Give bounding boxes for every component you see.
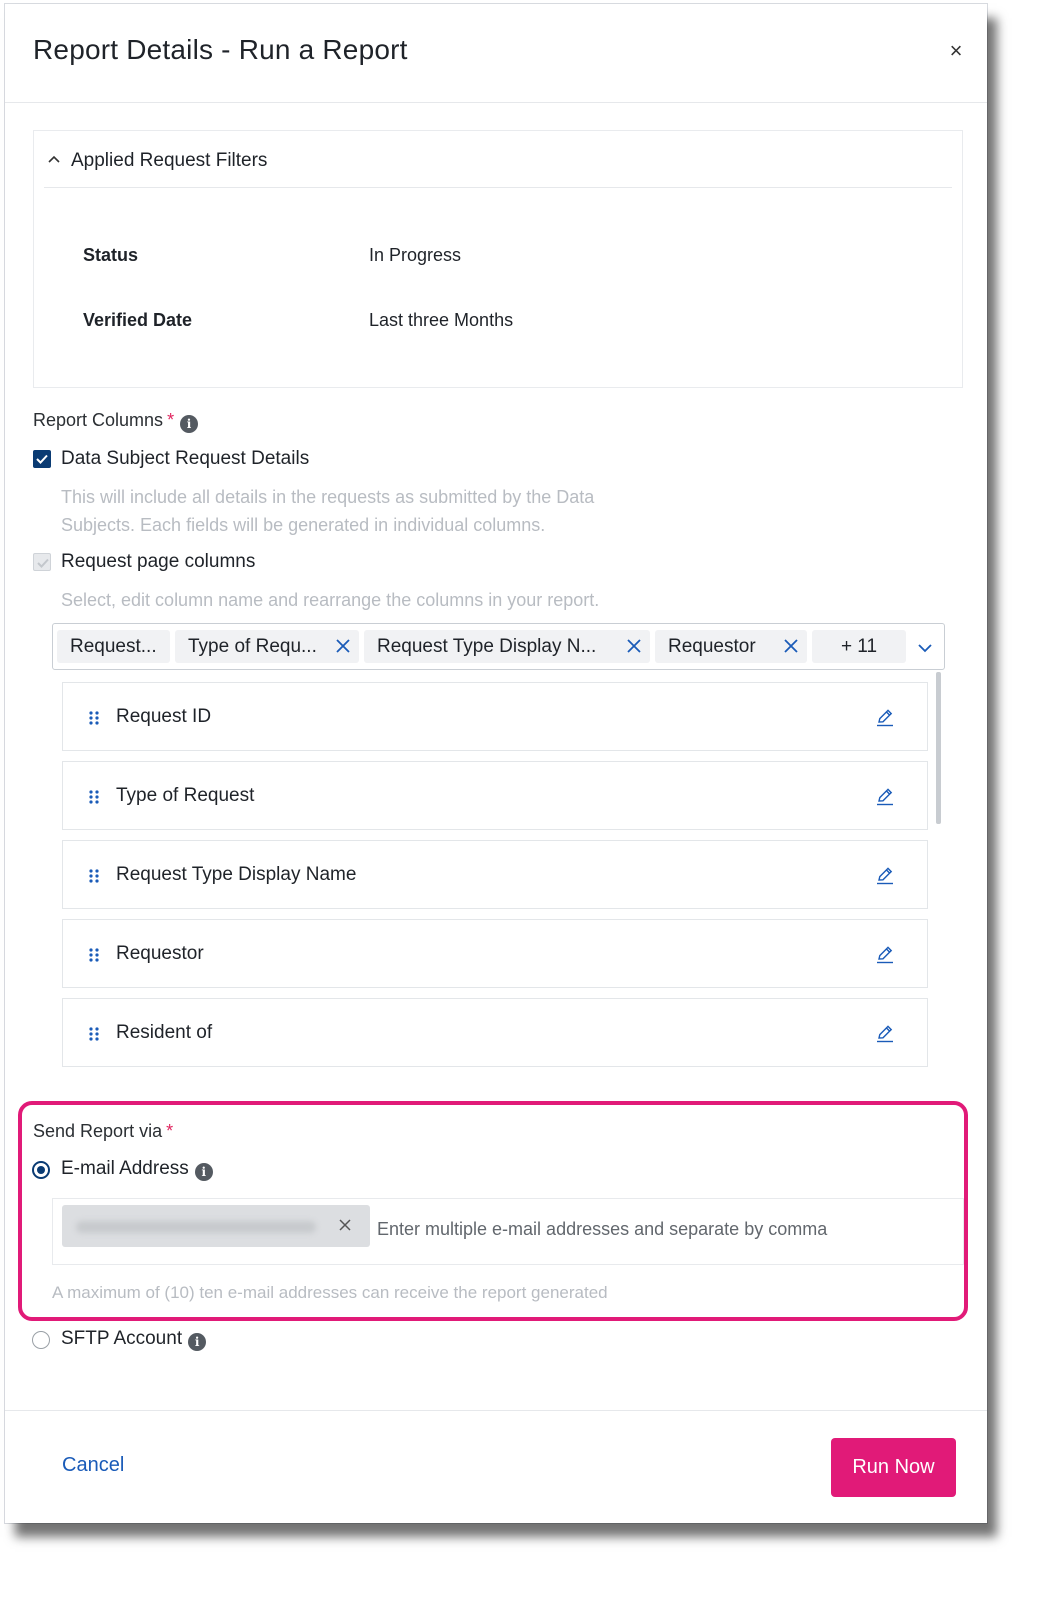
- column-chip[interactable]: Request Type Display N...: [364, 630, 650, 663]
- filter-label-verified-date: Verified Date: [83, 310, 193, 330]
- send-report-label: Send Report via *: [33, 1121, 174, 1141]
- check-icon: [37, 558, 49, 568]
- check-icon: [36, 454, 48, 464]
- close-icon[interactable]: [783, 638, 799, 654]
- list-item[interactable]: Requestor: [62, 919, 928, 988]
- email-recipients-field[interactable]: [52, 1198, 964, 1265]
- email-hint: A maximum of (10) ten e-mail addresses c…: [52, 1283, 608, 1302]
- column-chip[interactable]: Requestor: [655, 630, 807, 663]
- column-name: Resident of: [116, 1022, 213, 1043]
- required-mark: *: [167, 410, 175, 430]
- edit-icon[interactable]: [875, 944, 895, 964]
- close-icon[interactable]: [338, 1218, 352, 1232]
- dsr-details-label[interactable]: Data Subject Request Details: [61, 448, 309, 470]
- filter-value-status: In Progress: [369, 245, 462, 265]
- filter-label-status: Status: [83, 245, 139, 265]
- info-icon[interactable]: i: [188, 1333, 207, 1351]
- email-radio[interactable]: [32, 1161, 50, 1179]
- dsr-details-helper: This will include all details in the req…: [61, 487, 595, 535]
- sftp-radio[interactable]: [32, 1331, 50, 1349]
- chevron-down-icon[interactable]: [916, 639, 934, 657]
- drag-handle-icon[interactable]: [88, 947, 100, 963]
- column-chip[interactable]: Type of Requ...: [175, 630, 359, 663]
- cancel-button[interactable]: Cancel: [62, 1454, 124, 1477]
- edit-icon[interactable]: [875, 786, 895, 806]
- chevron-up-icon: [48, 155, 60, 163]
- list-item[interactable]: Resident of: [62, 998, 928, 1067]
- info-icon[interactable]: i: [180, 415, 199, 433]
- footer-divider: [5, 1410, 987, 1411]
- edit-icon[interactable]: [875, 1023, 895, 1043]
- run-now-button[interactable]: Run Now: [831, 1438, 956, 1497]
- close-icon[interactable]: ×: [945, 40, 967, 62]
- applied-filters-panel: Applied Request Filters Status In Progre…: [33, 130, 963, 388]
- modal-title: Report Details - Run a Report: [33, 34, 408, 65]
- list-item[interactable]: Request Type Display Name: [62, 840, 928, 909]
- drag-handle-icon[interactable]: [88, 710, 100, 726]
- drag-handle-icon[interactable]: [88, 789, 100, 805]
- column-list-scrollbar[interactable]: [936, 672, 941, 824]
- redacted-email: [76, 1221, 316, 1233]
- list-item[interactable]: Type of Request: [62, 761, 928, 830]
- more-columns-chip[interactable]: + 11: [812, 630, 906, 663]
- report-columns-label: Report Columns * i: [33, 410, 199, 433]
- applied-filters-header[interactable]: Applied Request Filters: [44, 131, 952, 188]
- column-name: Request ID: [116, 706, 212, 727]
- column-chip[interactable]: Request...: [57, 630, 170, 663]
- column-name: Type of Request: [116, 785, 255, 806]
- list-item[interactable]: Request ID: [62, 682, 928, 751]
- close-icon[interactable]: [335, 638, 351, 654]
- page-columns-label[interactable]: Request page columns: [61, 551, 255, 573]
- edit-icon[interactable]: [875, 707, 895, 727]
- column-name: Requestor: [116, 943, 204, 964]
- drag-handle-icon[interactable]: [88, 1026, 100, 1042]
- column-name: Request Type Display Name: [116, 864, 357, 885]
- info-icon[interactable]: i: [194, 1163, 213, 1181]
- email-input[interactable]: [377, 1217, 867, 1241]
- modal-header: Report Details - Run a Report ×: [5, 4, 987, 103]
- drag-handle-icon[interactable]: [88, 868, 100, 884]
- page-columns-helper: Select, edit column name and rearrange t…: [61, 590, 600, 610]
- required-mark: *: [166, 1121, 174, 1141]
- filter-value-verified-date: Last three Months: [369, 310, 514, 330]
- sftp-option-label[interactable]: SFTP Account i: [61, 1328, 207, 1351]
- applied-filters-title: Applied Request Filters: [71, 150, 268, 171]
- dsr-details-checkbox[interactable]: [33, 450, 51, 468]
- columns-multiselect[interactable]: Request... Type of Requ... Request Type …: [52, 623, 945, 670]
- column-list: Request ID Type of Request Request Type …: [62, 682, 932, 1072]
- email-chip[interactable]: [62, 1205, 370, 1247]
- edit-icon[interactable]: [875, 865, 895, 885]
- close-icon[interactable]: [626, 638, 642, 654]
- page-columns-checkbox[interactable]: [33, 553, 51, 571]
- email-option-label[interactable]: E-mail Address i: [61, 1158, 213, 1181]
